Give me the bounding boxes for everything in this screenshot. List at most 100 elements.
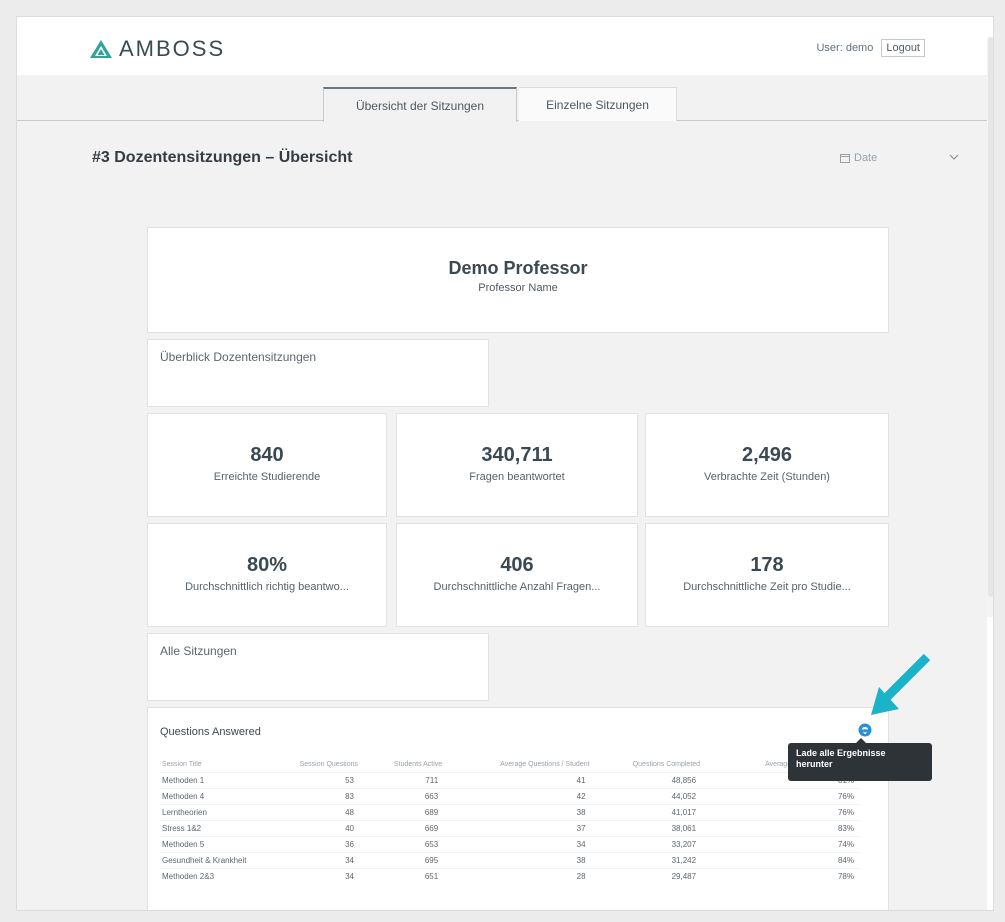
kpi-card: 406 Durchschnittliche Anzahl Fragen... <box>396 523 638 627</box>
column-header[interactable]: Average Questions / Student <box>444 758 591 772</box>
page-title: #3 Dozentensitzungen – Übersicht <box>92 149 353 166</box>
column-header[interactable]: Questions Completed <box>592 758 703 772</box>
kpi-card: 80% Durchschnittlich richtig beantwo... <box>147 523 387 627</box>
table-cell: 48 <box>265 803 360 820</box>
kpi-label: Durchschnittliche Zeit pro Studie... <box>683 581 851 593</box>
app-window: AMBOSS User: demo Logout Übersicht der S… <box>16 16 994 911</box>
table-cell: 34 <box>265 851 360 868</box>
table-cell: 78% <box>702 867 860 884</box>
kpi-card: 340,711 Fragen beantwortet <box>396 413 638 517</box>
table-title: Questions Answered <box>160 726 261 738</box>
tab-single-sessions[interactable]: Einzelne Sitzungen <box>519 87 677 121</box>
table-cell: 689 <box>359 803 445 820</box>
logout-button[interactable]: Logout <box>881 39 925 57</box>
date-filter[interactable]: Date <box>840 152 877 164</box>
table-cell: 38 <box>444 803 592 820</box>
chevron-down-icon[interactable] <box>949 153 959 161</box>
vertical-scrollbar[interactable] <box>987 37 993 617</box>
kpi-value: 406 <box>500 554 534 576</box>
professor-name: Demo Professor <box>448 258 588 278</box>
download-tooltip: Lade alle Ergebnisse herunter <box>788 738 932 781</box>
table-cell: 42 <box>444 787 592 804</box>
tooltip-text: Lade alle Ergebnisse herunter <box>796 748 886 769</box>
table-cell: Methoden 1 <box>160 771 266 788</box>
table-cell: 34 <box>444 835 592 852</box>
table-cell: 40 <box>265 819 360 836</box>
table-cell: Stress 1&2 <box>160 819 266 836</box>
table-cell: 48,856 <box>591 771 703 788</box>
amboss-logo[interactable]: AMBOSS <box>89 36 226 61</box>
user-area: User: demo Logout <box>816 39 925 57</box>
kpi-value: 80% <box>246 554 288 576</box>
section-all-sessions-header: Alle Sitzungen <box>147 633 489 701</box>
kpi-label: Durchschnittlich richtig beantwo... <box>185 581 349 593</box>
kpi-label: Durchschnittliche Anzahl Fragen... <box>433 581 601 593</box>
scrollbar-thumb[interactable] <box>988 37 993 597</box>
table-cell: 83% <box>702 819 860 836</box>
column-header[interactable]: Session Questions <box>265 758 360 772</box>
table-cell: 84% <box>702 851 860 868</box>
section-overview-header: Überblick Dozentensitzungen <box>147 339 489 407</box>
table-cell: 83 <box>265 787 360 804</box>
table-cell: 695 <box>359 851 445 868</box>
table-cell: 33,207 <box>591 835 703 852</box>
table-row: Gesundheit & Krankheit 34 695 38 31,242 … <box>160 851 860 868</box>
pointer-arrow-icon <box>871 653 931 715</box>
table-cell: 53 <box>265 771 360 788</box>
table-row: Methoden 1 53 711 41 48,856 81% <box>160 771 860 788</box>
table-cell: 38 <box>444 851 592 868</box>
table-cell: 41,017 <box>591 803 703 820</box>
download-icon[interactable] <box>858 723 872 737</box>
table-cell: 74% <box>702 835 860 852</box>
professor-subtitle: Professor Name <box>478 282 558 294</box>
calendar-icon <box>840 154 850 163</box>
table-cell: 41 <box>444 771 592 788</box>
section-all-sessions-title: Alle Sitzungen <box>160 644 237 658</box>
tab-session-overview[interactable]: Übersicht der Sitzungen <box>323 87 517 122</box>
date-filter-label: Date <box>854 152 878 164</box>
table-row: Methoden 4 83 663 42 44,052 76% <box>160 787 860 804</box>
kpi-card: 178 Durchschnittliche Zeit pro Studie... <box>645 523 889 627</box>
table-cell: 29,487 <box>591 867 703 884</box>
top-bar: AMBOSS User: demo Logout <box>17 17 993 617</box>
table-cell: 669 <box>359 819 445 836</box>
table-row: Methoden 5 36 653 34 33,207 74% <box>160 835 860 852</box>
table-cell: 651 <box>359 867 445 884</box>
table-cell: 28 <box>444 867 592 884</box>
sessions-table: Session Title Session Questions Students… <box>160 758 860 884</box>
user-label: User: demo <box>816 42 874 54</box>
table-cell: 76% <box>702 803 860 820</box>
kpi-value: 340,711 <box>481 444 553 466</box>
column-header[interactable]: Session Title <box>160 758 265 772</box>
table-cell: 711 <box>359 771 445 788</box>
kpi-card: 2,496 Verbrachte Zeit (Stunden) <box>645 413 889 517</box>
kpi-label: Fragen beantwortet <box>469 471 565 483</box>
table-cell: 37 <box>444 819 592 836</box>
logo-text: AMBOSS <box>119 36 226 61</box>
kpi-label: Verbrachte Zeit (Stunden) <box>704 471 830 483</box>
table-cell: 31,242 <box>591 851 703 868</box>
tab-bar: Übersicht der Sitzungen Einzelne Sitzung… <box>17 75 987 122</box>
table-cell: 663 <box>359 787 445 804</box>
table-cell: 38,061 <box>591 819 703 836</box>
table-header-row: Session Title Session Questions Students… <box>160 758 860 772</box>
kpi-label: Erreichte Studierende <box>213 471 321 483</box>
table-cell: Methoden 4 <box>160 787 266 804</box>
tooltip-pointer <box>856 738 866 743</box>
table-cell: 34 <box>265 867 360 884</box>
table-cell: 76% <box>702 787 860 804</box>
logo-triangle-icon <box>90 40 112 58</box>
kpi-card: 840 Erreichte Studierende <box>147 413 387 517</box>
questions-answered-card: Questions Answered Session Title Session… <box>147 707 889 910</box>
table-cell: 36 <box>265 835 360 852</box>
kpi-value: 840 <box>250 444 284 466</box>
table-row: Methoden 2&3 34 651 28 29,487 78% <box>160 867 860 884</box>
kpi-value: 2,496 <box>741 444 793 466</box>
table-cell: Lerntheorien <box>160 803 266 820</box>
column-header[interactable]: Students Active <box>360 758 444 772</box>
table-cell: 44,052 <box>591 787 703 804</box>
table-cell: Methoden 2&3 <box>160 867 266 884</box>
table-cell: Gesundheit & Krankheit <box>160 851 266 868</box>
professor-card: Demo Professor Professor Name <box>147 227 889 333</box>
table-row: Stress 1&2 40 669 37 38,061 83% <box>160 819 860 836</box>
